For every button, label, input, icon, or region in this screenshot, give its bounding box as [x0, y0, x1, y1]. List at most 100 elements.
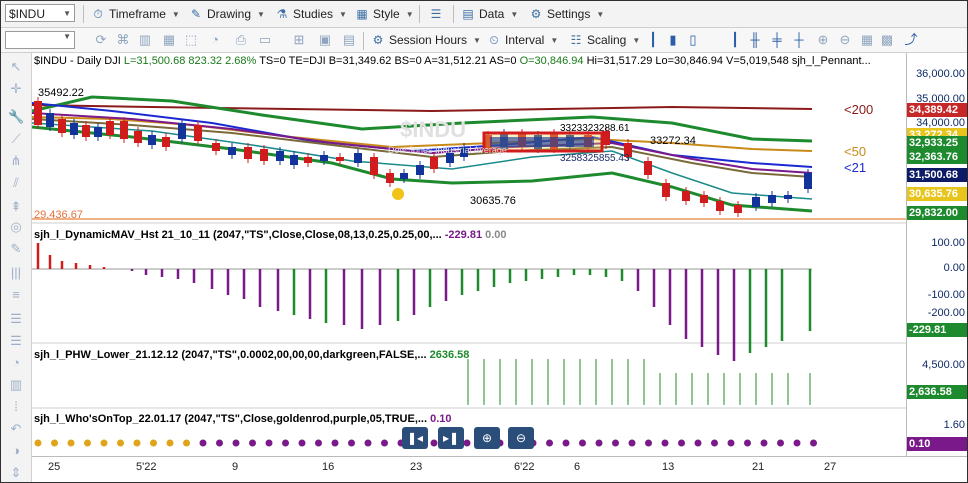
whos-on-top-dot — [744, 439, 751, 447]
ma21-label: <21 — [844, 160, 867, 175]
spiral-icon[interactable]: ◑ — [8, 443, 24, 459]
style-label: Style — [373, 7, 400, 21]
whos-on-top-dot — [282, 439, 289, 447]
chart-view-icon[interactable]: ▦ — [859, 32, 875, 48]
layout-button[interactable]: ☰ — [429, 4, 447, 24]
whos-on-top-dot — [694, 439, 702, 447]
undo-icon[interactable]: ↶ — [8, 421, 24, 437]
cursor-icon[interactable]: ⬚ — [183, 32, 199, 48]
style-menu[interactable]: ▦ Style ▼ — [355, 4, 413, 24]
ma50-label: <50 — [844, 144, 867, 159]
link-icon[interactable]: ⌘ — [115, 32, 131, 48]
chart-style-icon[interactable]: ▥ — [137, 32, 153, 48]
layout-icon: ☰ — [430, 7, 442, 21]
candlestick-icon[interactable]: ▮ — [665, 32, 681, 48]
refresh-icon[interactable]: ⟳ — [93, 32, 109, 48]
whos-on-top-dot — [133, 439, 141, 447]
grid-icon[interactable]: ▦ — [161, 32, 177, 48]
whos-on-top-dot — [711, 439, 718, 447]
whos-on-top-dot — [463, 439, 471, 447]
trash-icon[interactable]: ▥ — [8, 377, 24, 393]
chevron-down-icon: ▼ — [171, 9, 180, 19]
phw-panel — [467, 359, 811, 405]
high-annotation: 35492.22 — [38, 87, 84, 99]
table-icon[interactable]: ▤ — [341, 32, 357, 48]
drawing-menu[interactable]: ✎ Drawing ▼ — [189, 4, 265, 24]
zoom-out-button[interactable]: ⊖ — [508, 427, 534, 449]
wrench-icon[interactable]: 🔧 — [8, 109, 24, 125]
low-value: Lo=30,846.94 — [655, 55, 723, 67]
add-chart-icon[interactable]: ⤴ — [903, 32, 919, 48]
scaling-menu[interactable]: ☷ Scaling ▼ — [569, 30, 641, 50]
candle-body — [94, 127, 102, 137]
hlc-icon[interactable]: ╪ — [769, 32, 785, 48]
cycle-icon[interactable]: ⁞ — [8, 399, 24, 415]
time-tick: 9 — [232, 461, 239, 473]
gann-icon[interactable]: ≡ — [8, 287, 24, 303]
mid-annotation: 33272.34 — [650, 135, 696, 147]
scroll-left-button[interactable]: ❚◂ — [402, 427, 428, 449]
lines-icon[interactable]: ☰ — [8, 333, 24, 349]
chart-area[interactable]: $INDU - Daily DJI L=31,500.68 823.32 2.6… — [31, 53, 906, 456]
studies-label: Studies — [293, 7, 334, 21]
time-axis[interactable]: 25 5'22 9 16 23 6'22 6 13 21 27 — [32, 456, 967, 482]
candle-body — [70, 123, 78, 135]
candle-body — [212, 143, 220, 151]
settings-menu[interactable]: ⚙ Settings ▼ — [529, 4, 605, 24]
whos-on-top-dot — [562, 439, 570, 447]
price-axis[interactable]: 36,000.00 35,000.00 34,389.42 34,000.00 … — [906, 53, 967, 456]
gauge-icon[interactable]: ◔ — [207, 32, 223, 48]
timeframe-menu[interactable]: ⏱ Timeframe ▼ — [91, 4, 180, 24]
dynmav-tick: 100.00 — [931, 237, 965, 249]
interval-menu[interactable]: ⏲ Interval ▼ — [487, 30, 558, 50]
zoom-in-button[interactable]: ⊕ — [474, 427, 500, 449]
settings-label: Settings — [547, 7, 591, 21]
candle-body — [430, 157, 438, 169]
phw-value-tag-text: 2,636.58 — [909, 386, 952, 398]
ma200-label: <200 — [844, 102, 874, 117]
print-icon[interactable]: ⎙ — [233, 32, 249, 48]
symbol-input[interactable]: $INDU ▼ — [5, 4, 75, 22]
speed-icon[interactable]: ◔ — [8, 355, 24, 371]
text-icon[interactable]: ⇕ — [8, 465, 24, 481]
candlestick-hollow-icon[interactable]: ▯ — [685, 32, 701, 48]
data-menu[interactable]: ▤ Data ▼ — [461, 4, 518, 24]
chevron-down-icon: ▼ — [632, 35, 641, 45]
fib-icon[interactable]: ☰ — [8, 311, 24, 327]
volume-bar-icon[interactable]: ┃ — [727, 32, 743, 48]
pointer-icon[interactable]: ↖ — [8, 59, 24, 75]
studies-menu[interactable]: ⚗ Studies ▼ — [275, 4, 347, 24]
channel-icon[interactable]: ⫽ — [8, 175, 24, 191]
window-icon[interactable]: ▭ — [257, 32, 273, 48]
candle-body — [134, 131, 142, 143]
zoom-in-icon[interactable]: ⊕ — [815, 32, 831, 48]
trendline-icon[interactable]: ⟋ — [8, 131, 24, 147]
candle-body — [82, 125, 90, 137]
regression-icon[interactable]: ◎ — [8, 219, 24, 235]
whos-on-top-dot — [595, 439, 603, 447]
whos-on-top-dot — [678, 439, 685, 447]
ohlc-icon[interactable]: ╫ — [747, 32, 763, 48]
candle-body — [400, 173, 408, 179]
chart-view-alt-icon[interactable]: ▩ — [879, 32, 895, 48]
ma200-price-tag-text: 34,389.42 — [909, 104, 958, 116]
vertical-line-icon[interactable]: ⇞ — [8, 199, 24, 215]
whos-on-top-dot — [84, 439, 91, 447]
candle-body — [178, 123, 186, 139]
pencil-icon[interactable]: ✎ — [8, 241, 24, 257]
crosshair-icon[interactable]: ✛ — [8, 81, 24, 97]
range-bar-icon[interactable]: ┼ — [791, 32, 807, 48]
cluster-top-annotation: 3323323288.61 — [560, 123, 630, 134]
secondary-symbol-input[interactable]: ▼ — [5, 31, 75, 49]
reference-line-label: 29,436.67 — [34, 209, 83, 221]
bars-icon[interactable]: ||| — [8, 265, 24, 281]
session-hours-menu[interactable]: ⚙ Session Hours ▼ — [371, 30, 481, 50]
scroll-right-button[interactable]: ▸❚ — [438, 427, 464, 449]
chart-header: $INDU - Daily DJI L=31,500.68 823.32 2.6… — [34, 55, 871, 67]
lock-icon[interactable]: ⊞ — [291, 32, 307, 48]
zoom-out-icon[interactable]: ⊖ — [837, 32, 853, 48]
object-icon[interactable]: ▣ — [317, 32, 333, 48]
dynmav-tick: 0.00 — [943, 262, 965, 274]
magnet-icon[interactable]: ⋔ — [8, 153, 24, 169]
bar-chart-icon[interactable]: ┃ — [645, 32, 661, 48]
